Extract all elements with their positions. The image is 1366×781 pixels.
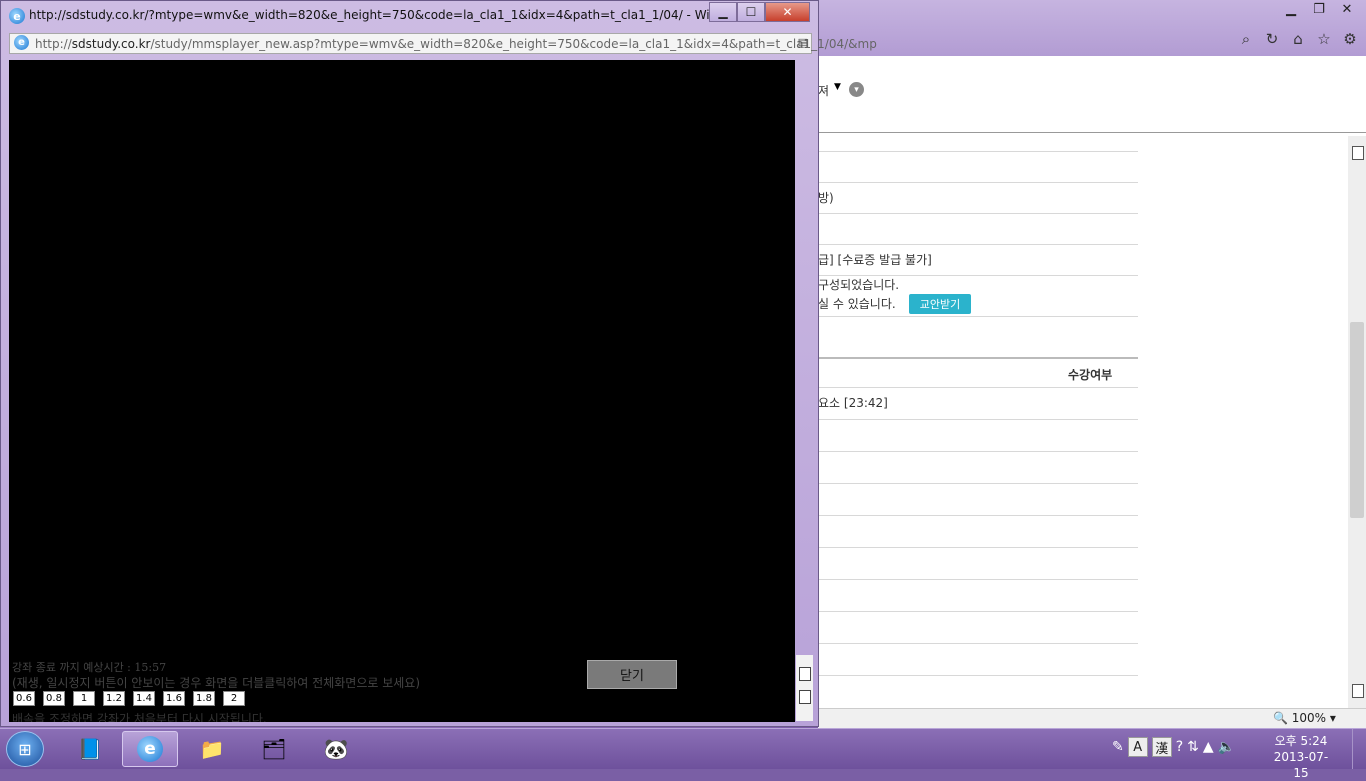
divider [818,451,1138,452]
row-text: 급] [수료증 발급 불가] [818,253,932,267]
hanja-icon[interactable]: 漢 [1151,737,1172,757]
help-icon[interactable]: ? [1176,739,1183,755]
zoom-value: 100% [1291,711,1327,725]
speed-button[interactable]: 1.8 [193,691,215,706]
clock-date: 2013-07-15 [1273,750,1329,780]
search-icon[interactable]: ⌕ [1236,30,1256,48]
favorites-icon[interactable]: ☆ [1314,30,1334,48]
taskbar: ⊞ 📘 e 📁 🗂 🐼 ✎ A 漢 ? ⇅ ▲ 🔈 오후 5:24 2013-0… [0,728,1366,780]
background-titlebar: ▁ ❐ ✕ ⌕ ↻ ⌂ ☆ ⚙ [818,0,1366,56]
toolbar-fragment-text: 져 [818,84,830,98]
speed-button[interactable]: 0.6 [13,691,35,706]
url-prefix: http:// [35,37,72,51]
restore-icon[interactable]: ❐ [1306,0,1332,18]
player-popup-window: e http://sdstudy.co.kr/?mtype=wmv&e_widt… [0,0,877,727]
browser-toolbar-icons: ⌕ ↻ ⌂ ☆ ⚙ [1236,30,1360,48]
page-scrollbar[interactable] [1348,136,1366,708]
background-caption-buttons: ▁ ❐ ✕ [1278,0,1360,18]
folder-app-icon[interactable]: 🗂 [246,731,302,767]
show-desktop-button[interactable] [1352,729,1366,769]
speed-button[interactable]: 1.4 [133,691,155,706]
close-button[interactable]: 닫기 [587,660,677,689]
speed-button[interactable]: 1.6 [163,691,185,706]
scroll-down-arrow[interactable] [1352,684,1364,698]
refresh-icon[interactable]: ↻ [1262,30,1282,48]
fullscreen-hint-text: (재생, 일시정지 버튼이 안보이는 경우 화면을 더블클릭하여 전체화면으로 … [12,676,421,690]
address-bar[interactable]: e http://sdstudy.co.kr/study/mmsplayer_n… [9,33,877,54]
maximize-button[interactable]: ☐ [737,2,765,22]
row-text: 실 수 있습니다. [818,297,896,311]
clock[interactable]: 오후 5:24 2013-07-15 [1268,733,1334,781]
download-handout-button[interactable]: 교안받기 [909,294,971,314]
divider [818,483,1138,484]
speed-button[interactable]: 1.2 [103,691,125,706]
url-host: sdstudy.co.kr [71,37,151,51]
gear-icon[interactable]: ⚙ [1340,30,1360,48]
messenger-icon[interactable]: 🐼 [308,731,364,767]
speed-reset-notice: 배속을 조정하면 강좌가 처음부터 다시 시작됩니다. [12,712,267,722]
playback-speed-buttons: 0.6 0.8 1 1.2 1.4 1.6 1.8 2 [13,691,253,706]
divider [818,515,1138,516]
notebook-app-icon[interactable]: 📘 [62,731,118,767]
divider [818,547,1138,548]
divider [818,213,1138,214]
speed-button[interactable]: 2 [223,691,245,706]
table-header-divider [818,357,1138,359]
chevron-down-icon[interactable]: ▾ [849,82,864,97]
background-page-toolbar: 져 ▼ ▾ [818,56,1366,133]
speed-button[interactable]: 1 [73,691,95,706]
divider [818,611,1138,612]
divider [818,316,1138,317]
file-explorer-icon[interactable]: 📁 [184,731,240,767]
scroll-up-arrow[interactable] [799,667,811,681]
dropdown-arrow-icon[interactable]: ▼ [834,82,841,92]
divider [818,151,1138,152]
divider [818,387,1138,388]
caption-buttons: ▁ ☐ ✕ [709,2,810,22]
show-hidden-icons[interactable]: ▲ [1203,739,1214,755]
video-player[interactable] [9,60,795,722]
background-browser-window: ▁ ❐ ✕ ⌕ ↻ ⌂ ☆ ⚙ 져 ▼ ▾ 방) 급] [수료증 발급 불가] … [818,0,1366,728]
divider [818,579,1138,580]
close-icon[interactable]: ✕ [1334,0,1360,18]
window-title: http://sdstudy.co.kr/?mtype=wmv&e_width=… [29,8,787,22]
column-header-attendance: 수강여부 [1068,368,1113,382]
minimize-button[interactable]: ▁ [709,2,737,22]
popup-scrollbar[interactable] [796,655,813,721]
tray-menu-icon[interactable]: ⇅ [1187,739,1199,755]
ie-icon: e [137,736,163,762]
scroll-thumb[interactable] [1350,322,1364,518]
internet-explorer-icon[interactable]: e [122,731,178,767]
minimize-icon[interactable]: ▁ [1278,0,1304,18]
page-icon: ▤ [797,36,808,49]
row-text: 방) [818,191,834,205]
start-button[interactable]: ⊞ [6,731,44,767]
system-tray: ✎ A 漢 ? ⇅ ▲ 🔈 [1112,737,1235,757]
row-text: 구성되었습니다. [818,278,900,292]
clock-time: 오후 5:24 [1274,734,1328,748]
divider [818,419,1138,420]
ie-icon: e [9,8,25,24]
divider [818,675,1138,676]
background-page-content: 져 ▼ ▾ 방) 급] [수료증 발급 불가] 구성되었습니다. 실 수 있습니… [818,56,1366,708]
divider [818,643,1138,644]
row-text: 요소 [23:42] [818,396,888,410]
remaining-time-text: 강좌 종료 까지 예상시간 : 15:57 [12,661,167,674]
zoom-level[interactable]: 🔍 100% ▾ [1273,711,1336,725]
close-window-button[interactable]: ✕ [765,2,810,22]
divider [818,244,1138,245]
url-path: /study/mmsplayer_new.asp?mtype=wmv&e_wid… [150,37,877,51]
status-bar: 🔍 100% ▾ [818,708,1366,728]
ie-icon: e [14,35,29,50]
home-icon[interactable]: ⌂ [1288,30,1308,48]
address-url: http://sdstudy.co.kr/study/mmsplayer_new… [35,37,877,51]
scroll-up-arrow[interactable] [1352,146,1364,160]
speed-button[interactable]: 0.8 [43,691,65,706]
scroll-down-arrow[interactable] [799,690,811,704]
volume-icon[interactable]: 🔈 [1218,739,1235,755]
pen-icon[interactable]: ✎ [1112,739,1124,755]
ime-mode-icon[interactable]: A [1127,737,1148,757]
divider [818,182,1138,183]
